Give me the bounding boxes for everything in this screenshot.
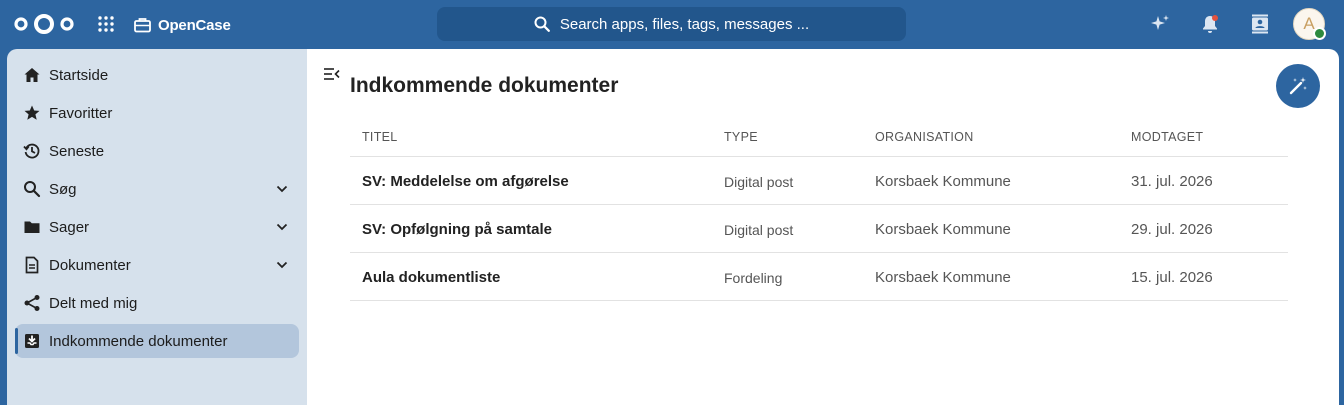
sidebar-item-label: Søg bbox=[49, 180, 77, 198]
assistant-sparkle-icon[interactable] bbox=[1149, 13, 1171, 35]
row-organisation: Korsbaek Kommune bbox=[875, 173, 1011, 190]
row-type: Digital post bbox=[724, 174, 794, 190]
column-header-organisation[interactable]: ORGANISATION bbox=[875, 130, 974, 144]
table-header: TITEL TYPE ORGANISATION MODTAGET bbox=[350, 116, 1288, 157]
page-title: Indkommende dokumenter bbox=[350, 74, 619, 97]
history-icon bbox=[23, 143, 40, 159]
sidebar-item-dokumenter[interactable]: Dokumenter bbox=[15, 248, 299, 282]
row-organisation: Korsbaek Kommune bbox=[875, 269, 1011, 286]
table-row[interactable]: SV: Opfølgning på samtale Digital post K… bbox=[350, 205, 1288, 253]
magnify-icon bbox=[24, 181, 41, 198]
row-type: Fordeling bbox=[724, 270, 783, 286]
sidebar-item-label: Favoritter bbox=[49, 104, 113, 122]
sidebar-item-delt-med-mig[interactable]: Delt med mig bbox=[15, 286, 299, 320]
table-row[interactable]: Aula dokumentliste Fordeling Korsbaek Ko… bbox=[350, 253, 1288, 301]
magic-wand-icon bbox=[1289, 77, 1307, 95]
row-received: 31. jul. 2026 bbox=[1131, 173, 1213, 190]
row-title[interactable]: SV: Meddelelse om afgørelse bbox=[362, 173, 569, 190]
row-organisation: Korsbaek Kommune bbox=[875, 221, 1011, 238]
row-received: 29. jul. 2026 bbox=[1131, 221, 1213, 238]
sidebar-item-favoritter[interactable]: Favoritter bbox=[15, 96, 299, 130]
sidebar-item-label: Seneste bbox=[49, 142, 105, 160]
row-title[interactable]: Aula dokumentliste bbox=[362, 269, 500, 286]
sidebar-item-soeg[interactable]: Søg bbox=[15, 172, 299, 206]
notifications-bell-icon[interactable] bbox=[1199, 13, 1221, 35]
app-brand-link[interactable]: OpenCase bbox=[134, 14, 231, 36]
sidebar-item-label: Sager bbox=[49, 218, 90, 236]
sidebar-item-label: Dokumenter bbox=[49, 256, 131, 274]
share-icon bbox=[24, 295, 40, 311]
main-content: Indkommende dokumenter TITEL TYPE ORGANI… bbox=[307, 49, 1339, 405]
sidebar-item-label: Delt med mig bbox=[49, 294, 138, 312]
chevron-down-icon[interactable] bbox=[275, 258, 289, 272]
sidebar-item-label: Indkommende dokumenter bbox=[49, 332, 228, 350]
table-row[interactable]: SV: Meddelelse om afgørelse Digital post… bbox=[350, 157, 1288, 205]
magic-wand-button[interactable] bbox=[1276, 64, 1320, 108]
search-icon bbox=[534, 16, 550, 32]
contacts-icon[interactable] bbox=[1249, 13, 1271, 35]
chevron-down-icon[interactable] bbox=[275, 220, 289, 234]
sidebar-item-seneste[interactable]: Seneste bbox=[15, 134, 299, 168]
home-icon bbox=[24, 68, 40, 82]
document-icon bbox=[25, 256, 39, 274]
chevron-down-icon[interactable] bbox=[275, 182, 289, 196]
search-placeholder: Search apps, files, tags, messages ... bbox=[559, 15, 810, 33]
folder-icon bbox=[24, 221, 40, 233]
table-body: SV: Meddelelse om afgørelse Digital post… bbox=[350, 157, 1288, 301]
online-status-badge bbox=[1313, 27, 1326, 40]
row-title[interactable]: SV: Opfølgning på samtale bbox=[362, 221, 552, 238]
column-header-titel[interactable]: TITEL bbox=[362, 130, 398, 144]
apps-grid-icon[interactable] bbox=[96, 14, 116, 34]
sidebar-item-startside[interactable]: Startside bbox=[15, 58, 299, 92]
top-header: OpenCase Search apps, files, tags, messa… bbox=[0, 0, 1344, 49]
row-received: 15. jul. 2026 bbox=[1131, 269, 1213, 286]
row-type: Digital post bbox=[724, 222, 794, 238]
briefcase-icon bbox=[134, 18, 151, 33]
column-header-modtaget[interactable]: MODTAGET bbox=[1131, 130, 1203, 144]
unified-search-bar[interactable]: Search apps, files, tags, messages ... bbox=[437, 7, 906, 41]
documents-table: TITEL TYPE ORGANISATION MODTAGET SV: Med… bbox=[350, 116, 1288, 301]
nextcloud-logo[interactable] bbox=[13, 13, 75, 35]
app-name: OpenCase bbox=[158, 16, 231, 34]
inbox-download-icon bbox=[25, 334, 39, 348]
navigation-toggle-icon[interactable] bbox=[323, 66, 341, 82]
sidebar-item-indkommende-dokumenter[interactable]: Indkommende dokumenter bbox=[15, 324, 299, 358]
column-header-type[interactable]: TYPE bbox=[724, 130, 758, 144]
sidebar-item-sager[interactable]: Sager bbox=[15, 210, 299, 244]
app-navigation: Startside Favoritter Seneste Søg Sager D… bbox=[7, 49, 307, 405]
star-icon bbox=[24, 105, 40, 120]
sidebar-item-label: Startside bbox=[49, 66, 109, 84]
